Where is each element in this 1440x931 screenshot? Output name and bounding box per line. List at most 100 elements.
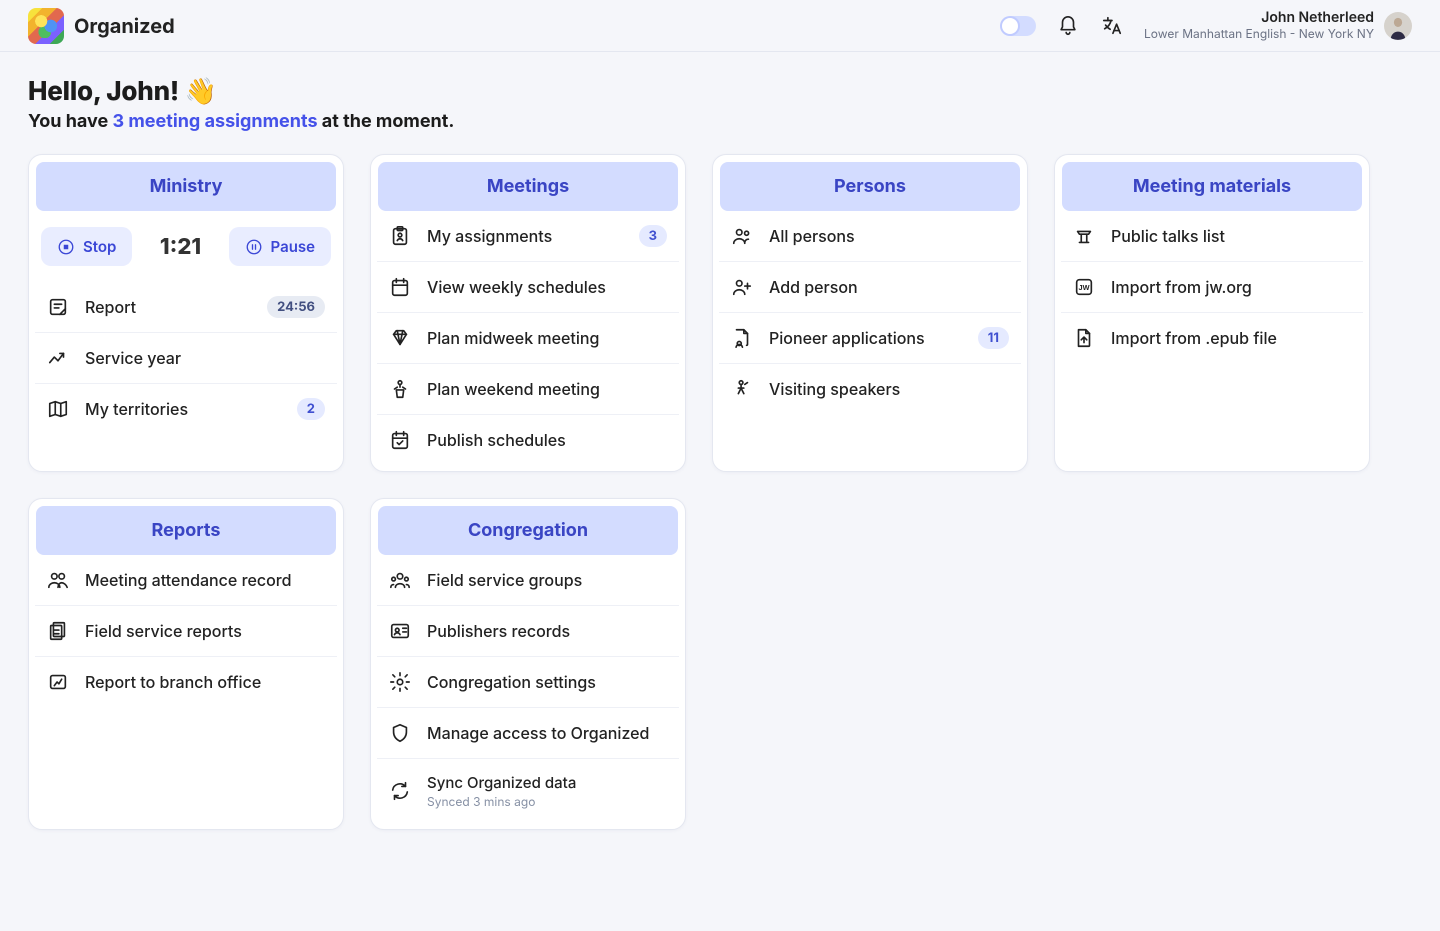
card-reports: Reports Meeting attendance record Field … — [28, 498, 344, 830]
row-service-year[interactable]: Service year — [35, 333, 337, 384]
file-user-icon — [731, 327, 753, 349]
row-my-territories[interactable]: My territories 2 — [35, 384, 337, 434]
fs-reports-label: Field service reports — [85, 621, 325, 641]
send-report-icon — [47, 671, 69, 693]
row-public-talks[interactable]: Public talks list — [1061, 211, 1363, 262]
stop-button[interactable]: Stop — [41, 227, 132, 266]
row-plan-weekend[interactable]: Plan weekend meeting — [377, 364, 679, 415]
files-icon — [47, 620, 69, 642]
card-meetings-title: Meetings — [378, 162, 678, 211]
row-sync-data[interactable]: Sync Organized data Synced 3 mins ago — [377, 759, 679, 823]
sync-icon — [389, 780, 411, 802]
people-icon — [731, 225, 753, 247]
row-view-weekly[interactable]: View weekly schedules — [377, 262, 679, 313]
assignments-label: My assignments — [427, 226, 623, 246]
clipboard-icon — [389, 225, 411, 247]
calendar-check-icon — [389, 429, 411, 451]
row-add-person[interactable]: Add person — [719, 262, 1021, 313]
service-year-label: Service year — [85, 348, 325, 368]
row-attendance[interactable]: Meeting attendance record — [35, 555, 337, 606]
attendance-label: Meeting attendance record — [85, 570, 325, 590]
row-plan-midweek[interactable]: Plan midweek meeting — [377, 313, 679, 364]
group-icon — [47, 569, 69, 591]
groups-icon — [389, 569, 411, 591]
trend-icon — [47, 347, 69, 369]
row-branch-report[interactable]: Report to branch office — [35, 657, 337, 707]
row-fs-groups[interactable]: Field service groups — [377, 555, 679, 606]
greeting-title: Hello, John! 👋 — [28, 76, 1412, 107]
stop-label: Stop — [83, 237, 116, 256]
lectern-icon — [1073, 225, 1095, 247]
branch-report-label: Report to branch office — [85, 672, 325, 692]
row-report[interactable]: Report 24:56 — [35, 282, 337, 333]
report-icon — [47, 296, 69, 318]
row-my-assignments[interactable]: My assignments 3 — [377, 211, 679, 262]
cong-settings-label: Congregation settings — [427, 672, 667, 692]
jw-icon: JW — [1073, 276, 1095, 298]
id-card-icon — [389, 620, 411, 642]
pioneer-apps-label: Pioneer applications — [769, 328, 962, 348]
row-visiting-speakers[interactable]: Visiting speakers — [719, 364, 1021, 414]
fs-groups-label: Field service groups — [427, 570, 667, 590]
publish-label: Publish schedules — [427, 430, 667, 450]
svg-text:JW: JW — [1079, 283, 1090, 292]
card-materials-title: Meeting materials — [1062, 162, 1362, 211]
user-subtitle: Lower Manhattan English - New York NY — [1144, 27, 1374, 41]
sync-label: Sync Organized data — [427, 773, 667, 792]
territories-count-badge: 2 — [297, 398, 325, 420]
import-jw-label: Import from jw.org — [1111, 277, 1351, 297]
report-time-badge: 24:56 — [267, 296, 325, 318]
visiting-speakers-label: Visiting speakers — [769, 379, 1009, 399]
row-fs-reports[interactable]: Field service reports — [35, 606, 337, 657]
ministry-timer: 1:21 — [160, 234, 201, 260]
row-all-persons[interactable]: All persons — [719, 211, 1021, 262]
pause-button[interactable]: Pause — [229, 227, 331, 266]
notifications-icon[interactable] — [1056, 14, 1080, 38]
row-pub-records[interactable]: Publishers records — [377, 606, 679, 657]
greeting-prefix: You have — [28, 111, 113, 132]
manage-access-label: Manage access to Organized — [427, 723, 667, 743]
file-upload-icon — [1073, 327, 1095, 349]
card-ministry: Ministry Stop 1:21 Pause Report — [28, 154, 344, 472]
row-publish-schedules[interactable]: Publish schedules — [377, 415, 679, 465]
pause-icon — [245, 238, 263, 256]
card-ministry-title: Ministry — [36, 162, 336, 211]
card-congregation: Congregation Field service groups Publis… — [370, 498, 686, 830]
report-label: Report — [85, 297, 251, 317]
all-persons-label: All persons — [769, 226, 1009, 246]
user-name: John Netherleed — [1144, 10, 1374, 27]
public-talks-label: Public talks list — [1111, 226, 1351, 246]
greeting-suffix: at the moment. — [318, 111, 455, 132]
plan-midweek-label: Plan midweek meeting — [427, 328, 667, 348]
view-weekly-label: View weekly schedules — [427, 277, 667, 297]
speaker-icon — [731, 378, 753, 400]
diamond-icon — [389, 327, 411, 349]
row-cong-settings[interactable]: Congregation settings — [377, 657, 679, 708]
pub-records-label: Publishers records — [427, 621, 667, 641]
card-reports-title: Reports — [36, 506, 336, 555]
app-logo-icon — [28, 8, 64, 44]
logo-block[interactable]: Organized — [28, 8, 175, 44]
card-persons: Persons All persons Add person Pioneer a… — [712, 154, 1028, 472]
card-materials: Meeting materials Public talks list JW I… — [1054, 154, 1370, 472]
calendar-icon — [389, 276, 411, 298]
row-manage-access[interactable]: Manage access to Organized — [377, 708, 679, 759]
podium-icon — [389, 378, 411, 400]
sync-sublabel: Synced 3 mins ago — [427, 794, 667, 809]
avatar — [1384, 12, 1412, 40]
row-import-jw[interactable]: JW Import from jw.org — [1061, 262, 1363, 313]
map-icon — [47, 398, 69, 420]
user-block[interactable]: John Netherleed Lower Manhattan English … — [1144, 10, 1412, 41]
gear-icon — [389, 671, 411, 693]
theme-toggle[interactable] — [1000, 16, 1036, 36]
pause-label: Pause — [271, 237, 315, 256]
pioneer-count-badge: 11 — [978, 327, 1009, 349]
row-pioneer-apps[interactable]: Pioneer applications 11 — [719, 313, 1021, 364]
row-import-epub[interactable]: Import from .epub file — [1061, 313, 1363, 363]
shield-icon — [389, 722, 411, 744]
language-icon[interactable] — [1100, 14, 1124, 38]
card-persons-title: Persons — [720, 162, 1020, 211]
add-person-label: Add person — [769, 277, 1009, 297]
assignments-link[interactable]: 3 meeting assignments — [113, 111, 318, 132]
card-congregation-title: Congregation — [378, 506, 678, 555]
